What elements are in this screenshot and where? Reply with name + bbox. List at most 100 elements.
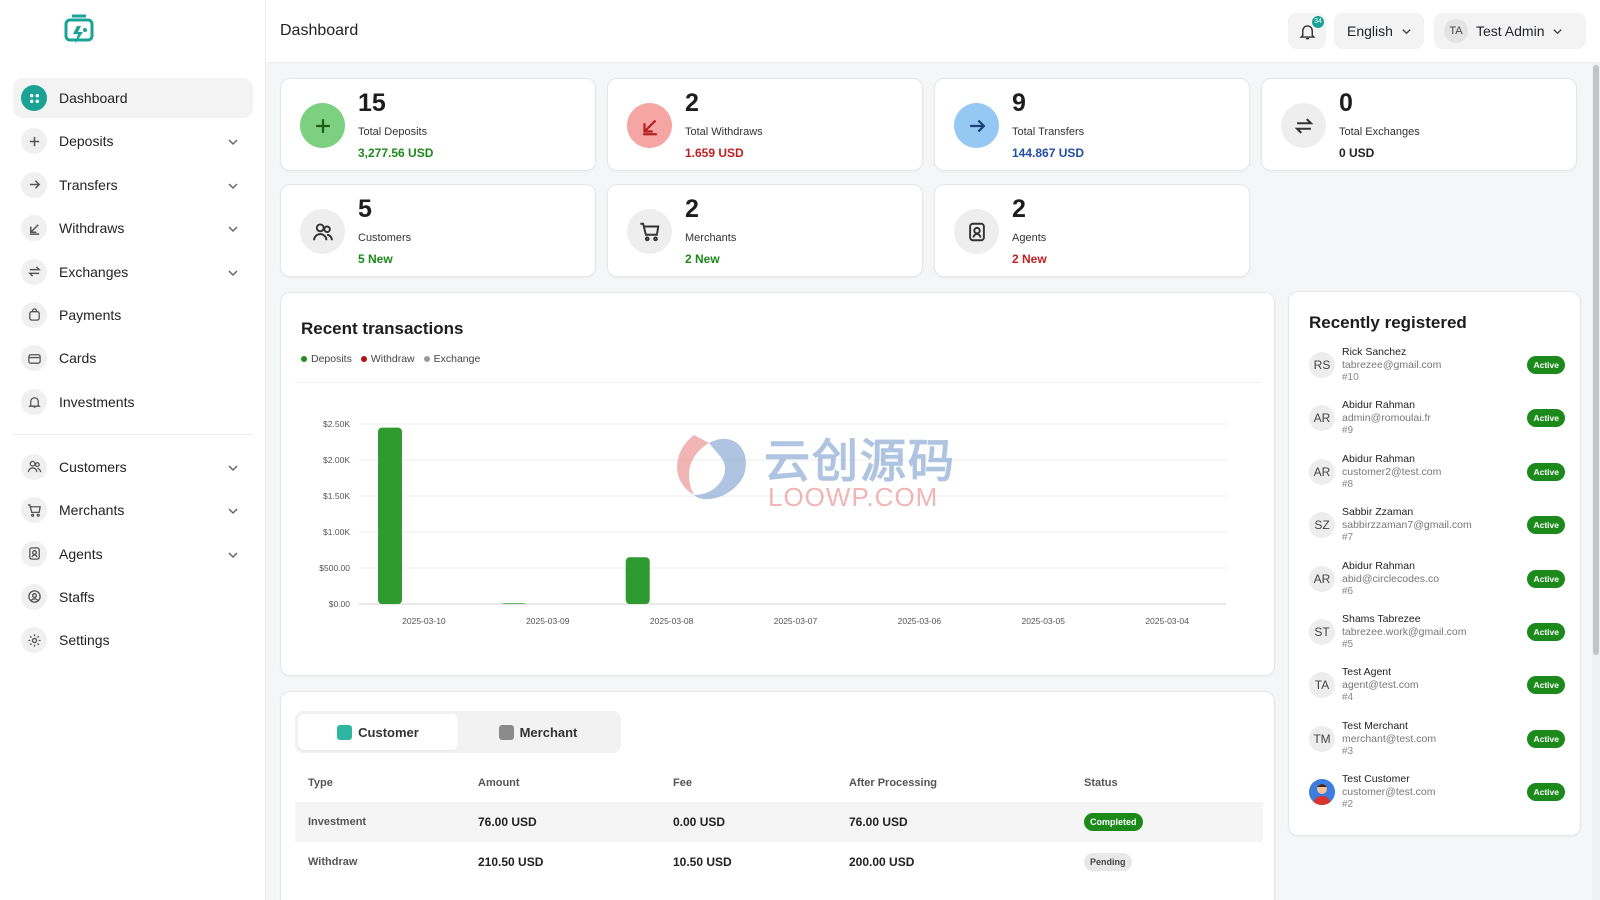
x-tick-label: 2025-03-09: [526, 616, 570, 626]
bag-icon: [21, 301, 47, 328]
page-title: Dashboard: [280, 22, 359, 39]
sidebar-item-cards[interactable]: Cards: [13, 338, 253, 378]
sidebar-item-agents[interactable]: Agents: [13, 534, 253, 574]
notifications-button[interactable]: 34: [1288, 13, 1326, 49]
page-scrollbar[interactable]: [1592, 63, 1600, 900]
cell-status: Completed: [1084, 813, 1263, 831]
stat-label: Customers: [358, 232, 412, 244]
sidebar-item-label: Merchants: [59, 502, 125, 519]
x-tick-label: 2025-03-05: [1021, 616, 1065, 626]
sidebar-item-payments[interactable]: Payments: [13, 295, 253, 335]
chevron-down-icon[interactable]: [227, 548, 239, 560]
list-item[interactable]: SZ Sabbir Zzaman sabbirzzaman7@gmail.com #7…: [1309, 506, 1565, 559]
status-badge: Active: [1527, 783, 1565, 802]
cart-icon: [21, 497, 47, 524]
table-row[interactable]: Withdraw 210.50 USD 10.50 USD 200.00 USD Pen…: [295, 842, 1263, 882]
arrow-right-icon: [21, 171, 47, 198]
user-email: admin@romoulai.fr: [1342, 412, 1431, 425]
recent-transactions-card: Recent transactions Deposits Withdraw Exch…: [280, 292, 1275, 676]
sidebar-item-dashboard[interactable]: Dashboard: [13, 78, 253, 118]
stat-subvalue: 144.867 USD: [1012, 146, 1085, 160]
list-item[interactable]: TM Test Merchant merchant@test.com #3 Active: [1309, 720, 1565, 773]
sidebar-item-customers[interactable]: Customers: [13, 447, 253, 487]
chevron-down-icon[interactable]: [227, 266, 239, 278]
list-item[interactable]: Test Customer customer@test.com #2 Active: [1309, 773, 1565, 826]
user-id: #4: [1342, 692, 1354, 704]
user-id: #10: [1342, 372, 1359, 383]
sidebar-item-staffs[interactable]: Staffs: [13, 577, 253, 617]
stat-card-merchants[interactable]: 2 Merchants 2 New: [607, 184, 923, 277]
stat-card-total-deposits[interactable]: 15 Total Deposits 3,277.56 USD: [280, 78, 596, 171]
sidebar-item-merchants[interactable]: Merchants: [13, 490, 253, 530]
column-header[interactable]: Fee: [673, 777, 849, 789]
user-name: Shams Tabrezee: [1342, 612, 1421, 625]
recently-registered-card: Recently registered RS Rick Sanchez tabrez…: [1288, 291, 1581, 836]
app-logo[interactable]: [64, 14, 94, 48]
transactions-table-card: Customer Merchant Type Amount Fee After Proc…: [280, 691, 1275, 900]
list-item[interactable]: RS Rick Sanchez tabrezee@gmail.com #10 Activ…: [1309, 346, 1565, 399]
chevron-down-icon: [1553, 28, 1563, 34]
sidebar-item-label: Agents: [59, 545, 103, 562]
sidebar-item-withdraws[interactable]: Withdraws: [13, 208, 253, 248]
list-item[interactable]: TA Test Agent agent@test.com #4 Active: [1309, 666, 1565, 719]
chevron-down-icon[interactable]: [227, 461, 239, 473]
avatar: TA: [1444, 19, 1468, 43]
table-row[interactable]: Investment 76.00 USD 0.00 USD 76.00 USD Comp…: [295, 802, 1263, 842]
avatar: TM: [1309, 725, 1335, 752]
sidebar-item-deposits[interactable]: Deposits: [13, 121, 253, 161]
y-tick-label: $500.00: [319, 563, 350, 573]
cart-icon: [627, 209, 672, 254]
card-icon: [21, 345, 47, 372]
column-header[interactable]: Amount: [478, 777, 673, 789]
user-menu[interactable]: TA Test Admin: [1434, 13, 1586, 49]
sidebar-item-settings[interactable]: Settings: [13, 620, 253, 660]
tab-merchant[interactable]: Merchant: [458, 714, 618, 750]
stat-card-customers[interactable]: 5 Customers 5 New: [280, 184, 596, 277]
stat-value: 9: [1012, 89, 1026, 117]
list-item[interactable]: ST Shams Tabrezee tabrezee.work@gmail.com #…: [1309, 613, 1565, 666]
user-id: #8: [1342, 478, 1354, 490]
user-name: Test Customer: [1342, 773, 1410, 786]
stat-subvalue: 5 New: [358, 252, 393, 266]
x-tick-label: 2025-03-04: [1145, 616, 1189, 626]
list-item[interactable]: AR Abidur Rahman admin@romoulai.fr #9 Active: [1309, 399, 1565, 452]
stat-card-total-withdraws[interactable]: 2 Total Withdraws 1.659 USD: [607, 78, 923, 171]
sidebar-item-label: Staffs: [59, 588, 95, 605]
exchange-icon: [21, 258, 47, 285]
user-id: #6: [1342, 585, 1354, 597]
list-item[interactable]: AR Abidur Rahman customer2@test.com #8 Activ…: [1309, 453, 1565, 506]
sidebar-item-label: Investments: [59, 393, 135, 410]
notification-count-badge: 34: [1312, 16, 1324, 28]
stat-subvalue: 2 New: [685, 252, 720, 266]
sidebar-item-investments[interactable]: Investments: [13, 382, 253, 422]
chevron-down-icon[interactable]: [227, 222, 239, 234]
status-badge: Active: [1527, 569, 1565, 588]
sidebar-item-transfers[interactable]: Transfers: [13, 165, 253, 205]
stat-label: Total Deposits: [358, 126, 428, 138]
status-badge: Active: [1527, 409, 1565, 428]
user-id: #7: [1342, 532, 1354, 544]
sidebar-item-exchanges[interactable]: Exchanges: [13, 252, 253, 292]
cell-amount: 210.50 USD: [478, 855, 544, 869]
chevron-down-icon[interactable]: [227, 135, 239, 147]
scrollbar-thumb[interactable]: [1593, 65, 1599, 655]
language-selector[interactable]: English: [1334, 13, 1424, 49]
column-header[interactable]: Status: [1084, 777, 1263, 789]
chevron-down-icon[interactable]: [227, 179, 239, 191]
y-tick-label: $0.00: [329, 599, 351, 609]
sidebar-item-label: Dashboard: [59, 90, 128, 106]
chevron-down-icon[interactable]: [227, 504, 239, 516]
column-header[interactable]: After Processing: [849, 777, 1084, 789]
stat-card-agents[interactable]: 2 Agents 2 New: [934, 184, 1250, 277]
stat-card-total-transfers[interactable]: 9 Total Transfers 144.867 USD: [934, 78, 1250, 171]
column-header[interactable]: Type: [295, 777, 478, 789]
cell-type: Investment: [308, 816, 367, 828]
y-tick-label: $2.00K: [323, 455, 350, 465]
list-item[interactable]: AR Abidur Rahman abid@circlecodes.co #6 Acti…: [1309, 560, 1565, 613]
sidebar-item-label: Payments: [59, 306, 122, 323]
stat-card-total-exchanges[interactable]: 0 Total Exchanges 0 USD: [1261, 78, 1577, 171]
tab-customer[interactable]: Customer: [298, 714, 458, 750]
table-header: Type Amount Fee After Processing Status: [295, 764, 1263, 802]
tab-label: Customer: [358, 724, 419, 740]
user-name: Rick Sanchez: [1342, 346, 1407, 358]
